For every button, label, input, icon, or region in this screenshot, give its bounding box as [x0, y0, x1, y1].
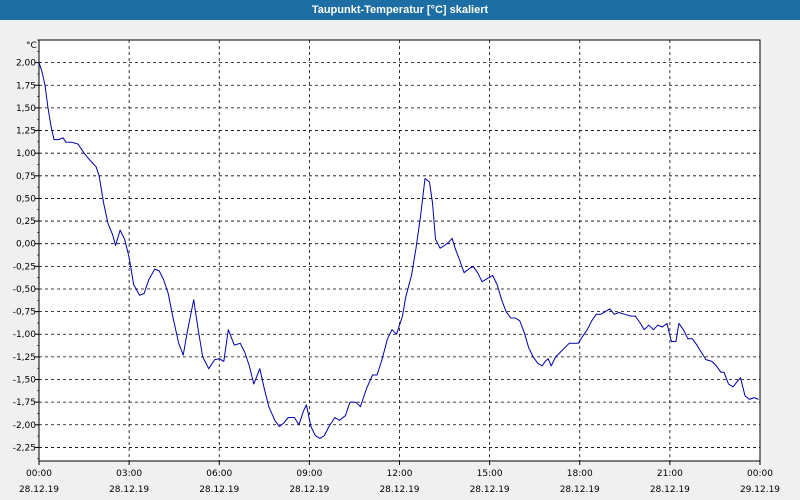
x-tick-label-date: 29.12.19	[740, 485, 780, 495]
y-axis-unit: °C	[26, 41, 37, 51]
line-chart: °C 2,00 1,75 1,50 1,25 1,00 0,75 0,50 0,25 0,00 -0…	[13, 39, 780, 495]
y-tick-label: 0,50	[16, 194, 36, 204]
y-tick-label: -2,25	[13, 443, 36, 453]
x-tick-label-date: 28.12.19	[379, 485, 419, 495]
y-tick-label: 0,25	[16, 217, 36, 227]
x-tick-label-date: 28.12.19	[199, 485, 239, 495]
x-tick-label-time: 06:00	[206, 469, 232, 479]
x-tick-label-date: 28.12.19	[650, 485, 690, 495]
y-tick-label: 0,75	[16, 172, 36, 182]
chart-window: Taupunkt-Temperatur [°C] skaliert °C 2,00…	[0, 0, 800, 500]
x-tick-label-time: 12:00	[387, 469, 413, 479]
x-tick-label-time: 18:00	[567, 469, 593, 479]
x-tick-label-time: 21:00	[657, 469, 683, 479]
window-title: Taupunkt-Temperatur [°C] skaliert	[0, 0, 800, 20]
x-tick-label-time: 00:00	[747, 469, 773, 479]
x-tick-label-date: 28.12.19	[560, 485, 600, 495]
x-tick-label-time: 03:00	[116, 469, 142, 479]
y-tick-label: 1,75	[16, 81, 36, 91]
x-tick-label-time: 15:00	[477, 469, 503, 479]
y-tick-label: 1,00	[16, 149, 36, 159]
y-tick-label: 1,25	[16, 127, 36, 137]
x-tick-label-date: 28.12.19	[19, 485, 59, 495]
y-tick-label: -1,75	[13, 398, 36, 408]
y-tick-label: -0,25	[13, 262, 36, 272]
y-tick-label: -1,00	[13, 330, 37, 340]
y-tick-label: 2,00	[16, 59, 36, 69]
y-tick-label: 1,50	[16, 104, 36, 114]
y-tick-label: -1,50	[13, 376, 37, 386]
x-tick-label-date: 28.12.19	[109, 485, 149, 495]
x-tick-label-time: 09:00	[296, 469, 322, 479]
y-tick-label: -0,75	[13, 308, 36, 318]
x-tick-label-date: 28.12.19	[289, 485, 329, 495]
y-tick-label: 0,00	[16, 240, 36, 250]
y-tick-label: -1,25	[13, 353, 36, 363]
x-tick-label-date: 28.12.19	[470, 485, 510, 495]
y-tick-label: -2,00	[13, 421, 37, 431]
y-tick-label: -0,50	[13, 285, 37, 295]
x-tick-label-time: 00:00	[26, 469, 52, 479]
